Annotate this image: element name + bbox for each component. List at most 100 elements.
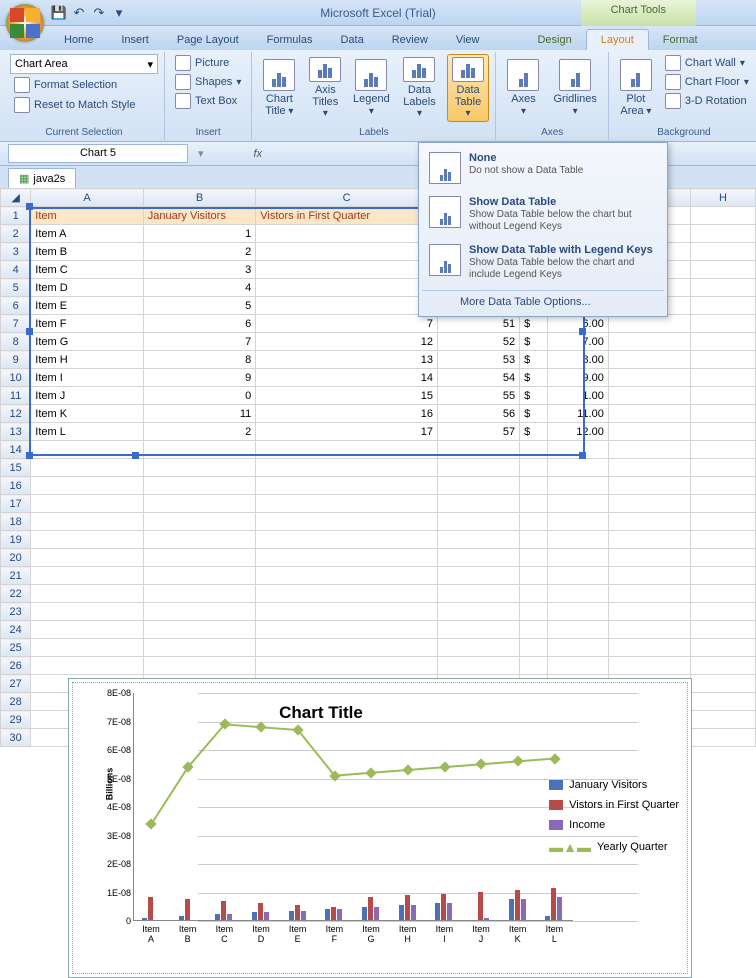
cell[interactable]: 57 [437,423,519,441]
cell[interactable]: 55 [437,387,519,405]
cell[interactable]: 8.00 [548,351,609,369]
row-header[interactable]: 12 [1,405,31,423]
cell[interactable]: $ [520,387,548,405]
cell[interactable]: 1 [143,225,255,243]
cell[interactable]: 11.00 [548,405,609,423]
workbook-tab[interactable]: ▦java2s [8,168,76,188]
cell[interactable] [691,261,756,279]
row-header[interactable]: 6 [1,297,31,315]
cell[interactable] [691,369,756,387]
cell[interactable]: $ [520,423,548,441]
cell[interactable] [691,405,756,423]
cell[interactable]: 7.00 [548,333,609,351]
cell[interactable]: 11 [256,243,438,261]
cell[interactable]: 5 [143,297,255,315]
cell[interactable]: 12 [256,225,438,243]
qat-dropdown-icon[interactable]: ▾ [110,4,128,22]
row-header[interactable]: 16 [1,477,31,495]
cell[interactable]: 1.00 [548,387,609,405]
row-header[interactable]: 28 [1,693,31,711]
cell[interactable]: 17 [256,423,438,441]
cell[interactable]: 12.00 [548,423,609,441]
cell[interactable]: $ [520,369,548,387]
cell[interactable]: 7 [143,333,255,351]
cell[interactable] [608,333,690,351]
cell[interactable]: 0 [143,387,255,405]
cell[interactable]: Item L [31,423,143,441]
cell[interactable]: 9 [256,279,438,297]
row-header[interactable]: 13 [1,423,31,441]
cell[interactable] [608,387,690,405]
cell[interactable]: Item H [31,351,143,369]
cell[interactable]: Item B [31,243,143,261]
cell[interactable]: 7 [256,315,438,333]
textbox-button[interactable]: Text Box [171,92,245,110]
tab-layout[interactable]: Layout [586,29,649,50]
cell[interactable]: 3 [143,261,255,279]
cell[interactable] [608,351,690,369]
tab-pagelayout[interactable]: Page Layout [163,30,253,50]
office-button[interactable] [6,4,44,42]
row-header[interactable]: 21 [1,567,31,585]
cell[interactable]: 9 [143,369,255,387]
cell[interactable] [691,315,756,333]
cell[interactable]: 4 [143,279,255,297]
data-labels-button[interactable]: Data Labels ▾ [396,54,442,122]
cell[interactable]: 53 [437,351,519,369]
row-header[interactable]: 26 [1,657,31,675]
cell[interactable] [691,387,756,405]
cell[interactable]: 10 [256,261,438,279]
col-header[interactable]: C [256,189,438,207]
row-header[interactable]: 2 [1,225,31,243]
cell[interactable] [691,279,756,297]
gridlines-button[interactable]: Gridlines ▾ [548,54,601,122]
row-header[interactable]: 20 [1,549,31,567]
cell[interactable]: 56 [437,405,519,423]
embedded-chart[interactable]: BillionsChart Title01E-082E-083E-084E-08… [68,678,692,978]
dt-option-none[interactable]: NoneDo not show a Data Table [422,146,664,190]
cell[interactable] [608,423,690,441]
row-header[interactable]: 8 [1,333,31,351]
cell[interactable]: Item K [31,405,143,423]
cell[interactable]: Item D [31,279,143,297]
row-header[interactable]: 10 [1,369,31,387]
dt-more-options[interactable]: More Data Table Options... [422,290,664,313]
name-box[interactable]: Chart 5 [8,144,188,163]
cell[interactable]: 16 [256,405,438,423]
col-header[interactable]: H [691,189,756,207]
chart-legend[interactable]: January VisitorsVistors in First Quarter… [549,779,679,863]
plot-area[interactable] [133,693,573,921]
cell[interactable]: $ [520,333,548,351]
cell[interactable]: 12 [256,333,438,351]
cell[interactable]: 51 [437,315,519,333]
row-header[interactable]: 15 [1,459,31,477]
cell[interactable]: 54 [437,369,519,387]
redo-icon[interactable]: ↷ [90,4,108,22]
tab-formulas[interactable]: Formulas [253,30,327,50]
cell[interactable]: $ [520,351,548,369]
picture-button[interactable]: Picture [171,54,245,72]
data-table-button[interactable]: Data Table ▾ [447,54,490,122]
cell[interactable]: 15 [256,387,438,405]
cell[interactable] [608,315,690,333]
cell[interactable] [691,351,756,369]
row-header[interactable]: 19 [1,531,31,549]
rotation-button[interactable]: 3-D Rotation [661,92,753,110]
plot-area-button[interactable]: Plot Area ▾ [615,54,657,122]
dt-option-keys[interactable]: Show Data Table with Legend KeysShow Dat… [422,238,664,286]
cell[interactable]: 2 [143,423,255,441]
cell[interactable]: $ [520,315,548,333]
tab-home[interactable]: Home [50,30,107,50]
chart-element-selector[interactable]: Chart Area▾ [10,54,158,74]
row-header[interactable]: 3 [1,243,31,261]
cell[interactable]: Item G [31,333,143,351]
row-header[interactable]: 17 [1,495,31,513]
reset-style-button[interactable]: Reset to Match Style [10,96,158,114]
cell[interactable]: 14 [256,369,438,387]
chart-floor-button[interactable]: Chart Floor ▾ [661,73,753,91]
cell[interactable] [691,225,756,243]
cell[interactable]: 8 [143,351,255,369]
row-header[interactable]: 27 [1,675,31,693]
row-header[interactable]: 25 [1,639,31,657]
cell[interactable] [608,405,690,423]
